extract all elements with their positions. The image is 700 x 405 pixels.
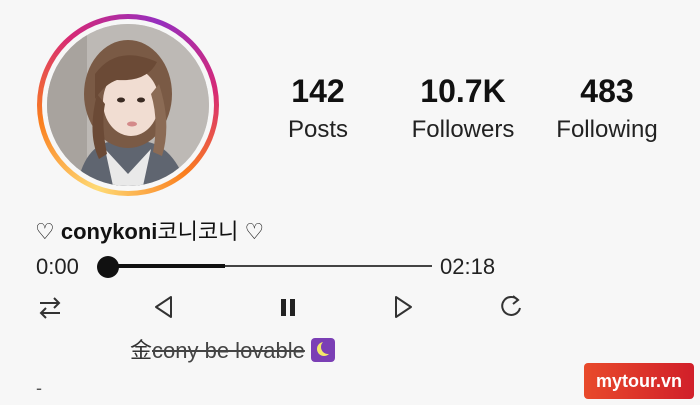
total-time: 02:18 [440, 254, 496, 279]
followers-label: Followers [411, 116, 515, 143]
followers-count: 10.7K [420, 73, 506, 109]
avatar-frame [42, 19, 214, 191]
bio-line: 金cony be lovable [130, 337, 335, 365]
avatar-photo [47, 24, 209, 186]
pause-button[interactable] [271, 290, 305, 324]
progress-fill [107, 264, 225, 268]
pause-icon [281, 299, 295, 316]
progress-knob[interactable] [97, 256, 119, 278]
current-time: 0:00 [36, 254, 79, 279]
next-button[interactable] [386, 290, 420, 324]
following-label: Following [556, 116, 658, 143]
repeat-button[interactable] [494, 290, 528, 324]
stat-followers[interactable]: 10.7K Followers [398, 72, 528, 146]
watermark-logo: mytour.vn [584, 363, 694, 399]
previous-button[interactable] [147, 290, 181, 324]
display-name-suffix: 코니코니 ♡ [157, 219, 265, 244]
following-count: 483 [580, 73, 634, 109]
avatar[interactable] [47, 24, 209, 186]
shuffle-icon [39, 297, 61, 319]
posts-count: 142 [291, 73, 345, 109]
crescent-moon-icon [310, 338, 335, 362]
display-name-prefix: ♡ [35, 219, 61, 244]
repeat-icon [501, 295, 521, 316]
bio-struck-text: cony be lovable [152, 338, 305, 363]
next-icon [395, 296, 412, 318]
avatar-ring[interactable] [37, 14, 219, 196]
stat-following[interactable]: 483 Following [543, 72, 671, 146]
bio-char: 金 [130, 338, 153, 363]
display-name-bold: conykoni [60, 219, 158, 244]
display-name: ♡ conykoni코니코니 ♡ [35, 218, 264, 246]
previous-icon [155, 296, 172, 318]
posts-label: Posts [287, 116, 349, 143]
progress-track[interactable] [107, 264, 432, 268]
shuffle-button[interactable] [33, 290, 67, 324]
bio-extra-line: - [36, 378, 42, 398]
stat-posts[interactable]: 142 Posts [268, 72, 368, 146]
